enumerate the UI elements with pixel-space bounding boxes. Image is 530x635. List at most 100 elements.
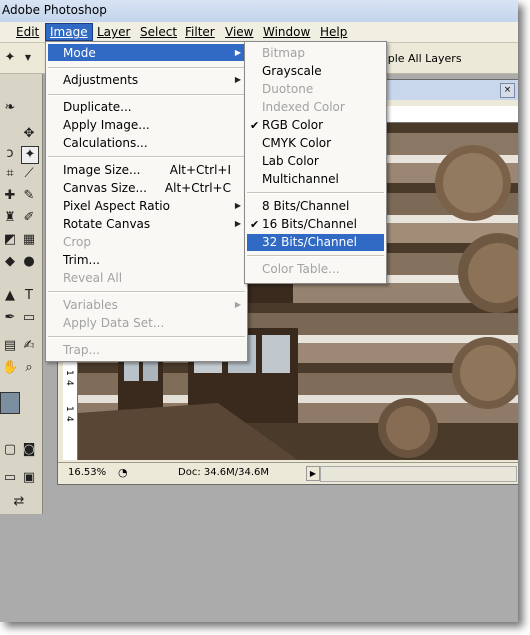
menu-item-pixel-aspect-ratio[interactable]: Pixel Aspect Ratio <box>63 199 170 213</box>
status-bar: 16.53% ◔ Doc: 34.6M/34.6M ▶ <box>58 462 518 483</box>
menu-separator <box>48 291 245 293</box>
tool-preset-dropdown-icon[interactable]: ▼ <box>20 50 36 66</box>
menu-item-variables: Variables <box>63 298 118 312</box>
menu-item-apply-data-set: Apply Data Set... <box>63 316 165 330</box>
checkmark-icon: ✔ <box>250 218 260 231</box>
crop-icon[interactable]: ⌗ <box>2 166 18 182</box>
submenu-arrow-icon: ▶ <box>234 201 241 210</box>
dodge-icon[interactable]: ● <box>21 254 37 270</box>
feather-logo-icon: ❧ <box>4 100 16 115</box>
healing-icon[interactable]: ✚ <box>2 188 18 204</box>
menu-item-apply-image[interactable]: Apply Image... <box>63 118 150 132</box>
notes-icon[interactable]: ▤ <box>2 338 18 354</box>
screen-mode-icon[interactable]: ▭ <box>2 470 18 486</box>
mode-item-8-bits[interactable]: 8 Bits/Channel <box>262 199 349 213</box>
menu-item-reveal-all: Reveal All <box>63 271 123 285</box>
mode-item-grayscale[interactable]: Grayscale <box>262 64 322 78</box>
submenu-arrow-icon: ▶ <box>234 219 241 228</box>
foreground-color-swatch[interactable] <box>0 392 20 414</box>
menu-image[interactable]: Image <box>45 23 93 41</box>
menu-separator <box>48 156 245 158</box>
slice-icon[interactable]: ⟋ <box>21 166 37 182</box>
ruler-tick: 4 <box>64 380 74 386</box>
horizontal-scrollbar[interactable] <box>320 466 517 482</box>
mode-submenu: Bitmap Grayscale Duotone Indexed Color ✔… <box>244 41 387 284</box>
mode-item-multichannel[interactable]: Multichannel <box>262 172 339 186</box>
menu-item-crop: Crop <box>63 235 92 249</box>
mode-item-rgb-color[interactable]: RGB Color <box>262 118 323 132</box>
menu-item-trim[interactable]: Trim... <box>63 253 100 267</box>
image-menu-dropdown: Mode ▶ Adjustments ▶ Duplicate... Apply … <box>45 41 248 362</box>
menu-item-calculations[interactable]: Calculations... <box>63 136 148 150</box>
ruler-tick: 4 <box>64 416 74 422</box>
menu-select[interactable]: Select <box>136 24 181 40</box>
rectangle-icon[interactable]: ▭ <box>21 310 37 326</box>
menu-item-canvas-size[interactable]: Canvas Size... <box>63 181 147 195</box>
mode-item-indexed-color: Indexed Color <box>262 100 345 114</box>
submenu-arrow-icon: ▶ <box>234 300 241 309</box>
standard-mode-icon[interactable]: ▢ <box>2 442 18 458</box>
menu-item-duplicate[interactable]: Duplicate... <box>63 100 132 114</box>
menu-bar: Edit Image Layer Select Filter View Wind… <box>0 22 518 43</box>
screenshot-frame: Adobe Photoshop Edit Image Layer Select … <box>0 0 518 622</box>
menu-layer[interactable]: Layer <box>93 24 134 40</box>
magic-wand-icon[interactable]: ✦ <box>2 50 18 66</box>
status-arrow-icon[interactable]: ▶ <box>306 466 320 481</box>
history-brush-icon[interactable]: ✐ <box>21 210 37 226</box>
full-screen-icon[interactable]: ▣ <box>21 470 37 486</box>
ruler-tick: 1 <box>64 406 74 412</box>
menu-help[interactable]: Help <box>316 24 351 40</box>
mode-item-16-bits[interactable]: 16 Bits/Channel <box>262 217 357 231</box>
eyedropper-icon[interactable]: ✍ <box>21 338 37 354</box>
menu-window[interactable]: Window <box>259 24 314 40</box>
close-icon[interactable]: × <box>500 83 515 98</box>
app-title: Adobe Photoshop <box>2 3 107 17</box>
submenu-arrow-icon: ▶ <box>234 48 241 57</box>
menu-separator <box>48 67 245 69</box>
menu-item-trap: Trap... <box>63 343 100 357</box>
blur-icon[interactable]: ◆ <box>2 254 18 270</box>
shortcut-image-size: Alt+Ctrl+I <box>169 163 231 177</box>
menu-item-mode[interactable]: Mode <box>63 46 96 60</box>
checkmark-icon: ✔ <box>250 119 260 132</box>
jump-to-imageready-icon[interactable]: ⇄ <box>11 494 27 510</box>
zoom-icon[interactable]: ⌕ <box>21 360 37 376</box>
type-icon[interactable]: T <box>21 288 37 304</box>
gradient-icon[interactable]: ▦ <box>21 232 37 248</box>
move-icon[interactable]: ✥ <box>21 126 37 142</box>
zoom-level[interactable]: 16.53% <box>68 467 106 478</box>
toolbox: ❧ ✥ ↄ ✦ ⌗ ⟋ ✚ ✎ ♜ ✐ ◩ ▦ ◆ ● ▲ T ✒ ▭ ▤ ✍ … <box>0 74 43 514</box>
mode-item-cmyk-color[interactable]: CMYK Color <box>262 136 331 150</box>
hand-icon[interactable]: ✋ <box>2 360 18 376</box>
document-size: Doc: 34.6M/34.6M <box>178 467 270 478</box>
mode-item-bitmap: Bitmap <box>262 46 305 60</box>
shortcut-canvas-size: Alt+Ctrl+C <box>164 181 231 195</box>
title-bar: Adobe Photoshop <box>0 0 518 23</box>
ruler-tick: 1 <box>64 370 74 376</box>
mode-item-lab-color[interactable]: Lab Color <box>262 154 319 168</box>
menu-separator <box>247 192 384 194</box>
mode-item-duotone: Duotone <box>262 82 314 96</box>
menu-separator <box>247 255 384 257</box>
menu-separator <box>48 94 245 96</box>
path-selection-icon[interactable]: ▲ <box>2 288 18 304</box>
brush-icon[interactable]: ✎ <box>21 188 37 204</box>
menu-item-image-size[interactable]: Image Size... <box>63 163 140 177</box>
menu-edit[interactable]: Edit <box>12 24 43 40</box>
menu-separator <box>48 336 245 338</box>
sample-all-layers-checkbox-label[interactable]: mple All Layers <box>377 52 462 65</box>
eraser-icon[interactable]: ◩ <box>2 232 18 248</box>
stamp-icon[interactable]: ♜ <box>2 210 18 226</box>
mode-item-color-table: Color Table... <box>262 262 340 276</box>
submenu-arrow-icon: ▶ <box>234 75 241 84</box>
lasso-icon[interactable]: ↄ <box>2 146 18 162</box>
quick-mask-icon[interactable]: ◙ <box>21 442 37 458</box>
menu-filter[interactable]: Filter <box>181 24 219 40</box>
mode-item-32-bits[interactable]: 32 Bits/Channel <box>262 235 357 249</box>
menu-item-adjustments[interactable]: Adjustments <box>63 73 138 87</box>
pen-icon[interactable]: ✒ <box>2 310 18 326</box>
menu-item-rotate-canvas[interactable]: Rotate Canvas <box>63 217 150 231</box>
magic-wand-icon[interactable]: ✦ <box>21 146 39 164</box>
status-menu-icon[interactable]: ◔ <box>118 466 128 479</box>
menu-view[interactable]: View <box>221 24 257 40</box>
